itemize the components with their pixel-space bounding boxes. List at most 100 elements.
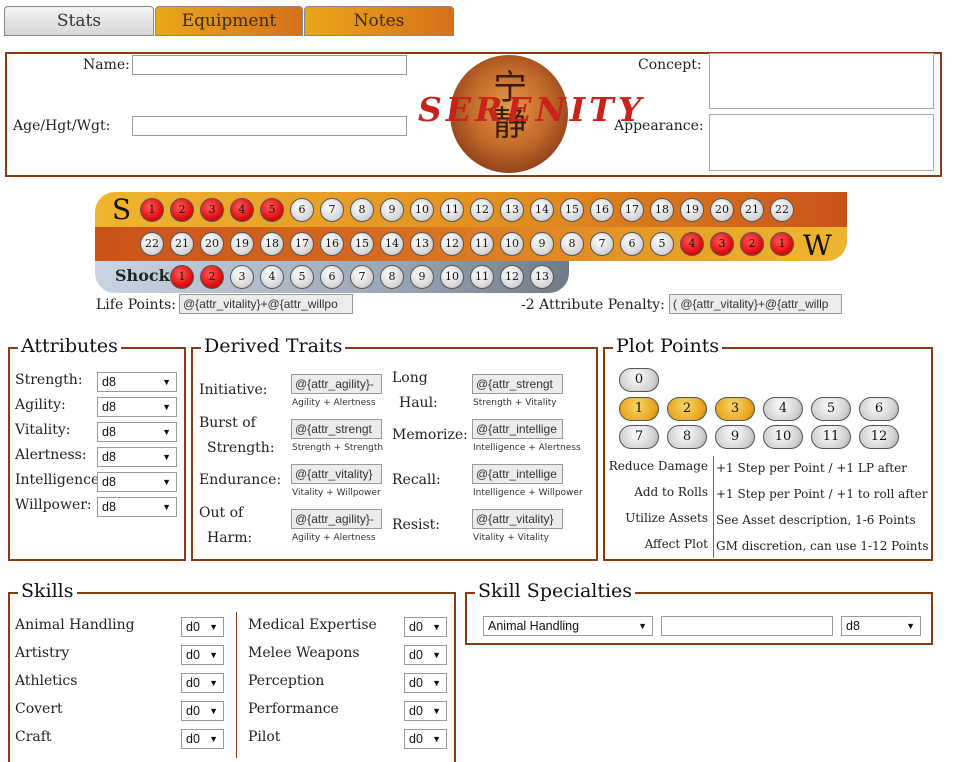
attribute-die-select[interactable]: d8 ▼	[97, 447, 177, 467]
shock-box[interactable]: 3	[230, 265, 254, 289]
wound-box[interactable]: 21	[170, 232, 194, 256]
wound-box[interactable]: 17	[290, 232, 314, 256]
plot-point-button[interactable]: 2	[667, 397, 707, 421]
stun-box[interactable]: 9	[380, 198, 404, 222]
attribute-die-select[interactable]: d8 ▼	[97, 422, 177, 442]
derived-trait-label: Initiative:	[199, 382, 268, 398]
skill-die-select[interactable]: d0 ▼	[404, 701, 447, 721]
wound-box[interactable]: 16	[320, 232, 344, 256]
skill-die-select[interactable]: d0 ▼	[404, 617, 447, 637]
stun-box[interactable]: 12	[470, 198, 494, 222]
shock-box[interactable]: 6	[320, 265, 344, 289]
stun-box[interactable]: 19	[680, 198, 704, 222]
plot-point-button[interactable]: 11	[811, 425, 851, 449]
shock-box[interactable]: 9	[410, 265, 434, 289]
wound-box[interactable]: 1	[770, 232, 794, 256]
wound-box[interactable]: 20	[200, 232, 224, 256]
wound-box[interactable]: 18	[260, 232, 284, 256]
plot-point-button[interactable]: 4	[763, 397, 803, 421]
stun-box[interactable]: 17	[620, 198, 644, 222]
concept-textarea[interactable]	[709, 53, 934, 109]
skill-die-select[interactable]: d0 ▼	[181, 617, 224, 637]
skill-die-select[interactable]: d0 ▼	[404, 673, 447, 693]
tab-equipment[interactable]: Equipment	[155, 6, 303, 36]
skill-die-select[interactable]: d0 ▼	[404, 645, 447, 665]
attribute-die-select[interactable]: d8 ▼	[97, 472, 177, 492]
shock-box[interactable]: 1	[170, 265, 194, 289]
skill-die-select[interactable]: d0 ▼	[181, 645, 224, 665]
stun-box[interactable]: 13	[500, 198, 524, 222]
specialty-name-input[interactable]	[661, 616, 833, 636]
wound-box[interactable]: 7	[590, 232, 614, 256]
age-height-weight-input[interactable]	[132, 116, 407, 136]
shock-box[interactable]: 5	[290, 265, 314, 289]
wound-box[interactable]: 2	[740, 232, 764, 256]
skill-die-select[interactable]: d0 ▼	[181, 701, 224, 721]
stun-box[interactable]: 6	[290, 198, 314, 222]
skill-die-select[interactable]: d0 ▼	[404, 729, 447, 749]
stun-box[interactable]: 20	[710, 198, 734, 222]
shock-box[interactable]: 13	[530, 265, 554, 289]
stun-box[interactable]: 8	[350, 198, 374, 222]
stun-box[interactable]: 1	[140, 198, 164, 222]
wound-box[interactable]: 13	[410, 232, 434, 256]
tab-notes[interactable]: Notes	[304, 6, 454, 36]
wound-box[interactable]: 12	[440, 232, 464, 256]
plot-point-button[interactable]: 10	[763, 425, 803, 449]
stun-box[interactable]: 7	[320, 198, 344, 222]
stun-box[interactable]: 18	[650, 198, 674, 222]
stun-box[interactable]: 15	[560, 198, 584, 222]
wound-box[interactable]: 11	[470, 232, 494, 256]
wound-box[interactable]: 10	[500, 232, 524, 256]
plot-point-button[interactable]: 9	[715, 425, 755, 449]
plot-point-button[interactable]: 12	[859, 425, 899, 449]
wound-box[interactable]: 19	[230, 232, 254, 256]
stun-box[interactable]: 22	[770, 198, 794, 222]
attribute-die-select[interactable]: d8 ▼	[97, 397, 177, 417]
plot-point-button[interactable]: 7	[619, 425, 659, 449]
stun-box[interactable]: 10	[410, 198, 434, 222]
stun-box[interactable]: 21	[740, 198, 764, 222]
specialty-skill-select[interactable]: Animal Handling ▼	[483, 616, 653, 636]
stun-box[interactable]: 2	[170, 198, 194, 222]
shock-box[interactable]: 12	[500, 265, 524, 289]
attribute-die-select[interactable]: d8 ▼	[97, 497, 177, 517]
shock-box[interactable]: 10	[440, 265, 464, 289]
stun-box[interactable]: 16	[590, 198, 614, 222]
skill-die-select[interactable]: d0 ▼	[181, 673, 224, 693]
wound-box[interactable]: 4	[680, 232, 704, 256]
plot-point-button[interactable]: 1	[619, 397, 659, 421]
skill-die-select[interactable]: d0 ▼	[181, 729, 224, 749]
chevron-down-icon: ▼	[209, 678, 218, 688]
plot-point-button[interactable]: 8	[667, 425, 707, 449]
shock-box[interactable]: 2	[200, 265, 224, 289]
shock-box[interactable]: 7	[350, 265, 374, 289]
shock-box[interactable]: 4	[260, 265, 284, 289]
wound-box[interactable]: 3	[710, 232, 734, 256]
wound-box[interactable]: 15	[350, 232, 374, 256]
plot-point-button[interactable]: 5	[811, 397, 851, 421]
wound-box[interactable]: 14	[380, 232, 404, 256]
wound-box[interactable]: 5	[650, 232, 674, 256]
stun-box[interactable]: 4	[230, 198, 254, 222]
plot-point-button[interactable]: 3	[715, 397, 755, 421]
chevron-down-icon: ▼	[638, 621, 647, 631]
plot-point-button[interactable]: 6	[859, 397, 899, 421]
stun-box[interactable]: 3	[200, 198, 224, 222]
specialty-die-select[interactable]: d8 ▼	[841, 616, 921, 636]
appearance-textarea[interactable]	[709, 114, 934, 171]
name-input[interactable]	[132, 55, 407, 75]
wound-box[interactable]: 22	[140, 232, 164, 256]
attribute-die-select[interactable]: d8 ▼	[97, 372, 177, 392]
stun-box[interactable]: 11	[440, 198, 464, 222]
stun-box[interactable]: 5	[260, 198, 284, 222]
shock-box[interactable]: 8	[380, 265, 404, 289]
wound-box[interactable]: 6	[620, 232, 644, 256]
stun-box[interactable]: 14	[530, 198, 554, 222]
plot-point-button[interactable]: 0	[619, 368, 659, 392]
tab-stats[interactable]: Stats	[4, 6, 154, 36]
wound-box[interactable]: 9	[530, 232, 554, 256]
wound-box[interactable]: 8	[560, 232, 584, 256]
skill-label: Perception	[248, 673, 325, 689]
shock-box[interactable]: 11	[470, 265, 494, 289]
